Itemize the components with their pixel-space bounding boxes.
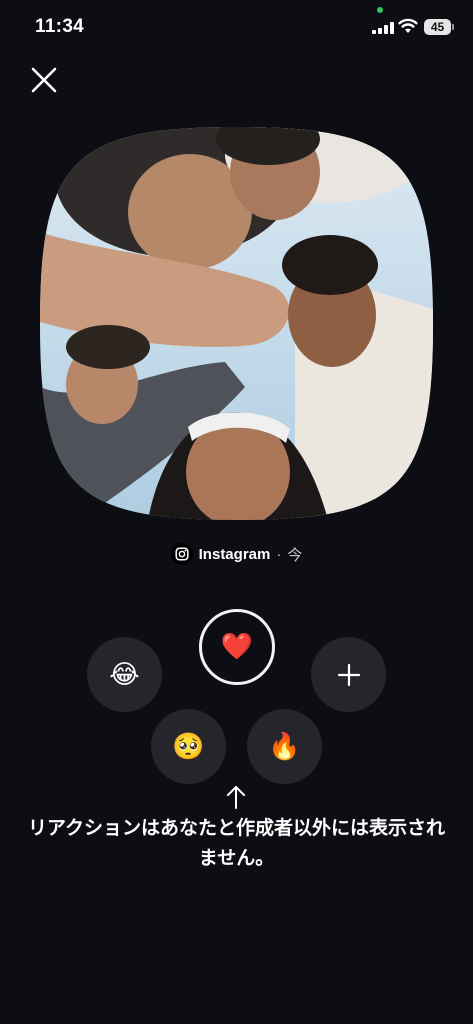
reaction-fire-button[interactable]: 🔥 <box>247 709 322 784</box>
battery-level: 45 <box>430 20 445 34</box>
status-bar: 11:34 45 <box>0 0 473 56</box>
story-attribution: Instagram · 今 <box>0 543 473 565</box>
status-time: 11:34 <box>35 16 85 37</box>
pleading-emoji: 🥺 <box>172 731 205 762</box>
add-reaction-button[interactable] <box>311 637 386 712</box>
laugh-emoji: 😂 <box>109 659 140 690</box>
story-photo <box>40 127 433 520</box>
arrow-up-icon <box>227 786 245 809</box>
fire-emoji: 🔥 <box>268 731 301 762</box>
notice-line-1: リアクションはあなたと作成者以外には表示され <box>27 817 446 839</box>
instagram-icon <box>170 543 193 565</box>
heart-emoji: ❤️ <box>220 632 254 662</box>
account-name[interactable]: Instagram <box>199 546 271 563</box>
reaction-heart-button[interactable]: ❤️ <box>199 609 275 685</box>
reaction-laugh-button[interactable]: 😂 <box>87 637 162 712</box>
close-button[interactable] <box>28 64 60 96</box>
close-icon <box>31 67 57 93</box>
reaction-privacy-notice: リアクションはあなたと作成者以外には表示され ません。 <box>0 813 473 873</box>
wifi-icon <box>398 18 418 33</box>
plus-icon <box>337 663 360 686</box>
reaction-pleading-button[interactable]: 🥺 <box>151 709 226 784</box>
separator: · <box>276 545 282 563</box>
cellular-signal-icon <box>372 21 394 34</box>
battery-icon: 45 <box>424 19 454 35</box>
notice-line-2: ません。 <box>198 847 275 869</box>
privacy-indicator-dot <box>377 7 383 13</box>
post-time: 今 <box>287 545 303 564</box>
